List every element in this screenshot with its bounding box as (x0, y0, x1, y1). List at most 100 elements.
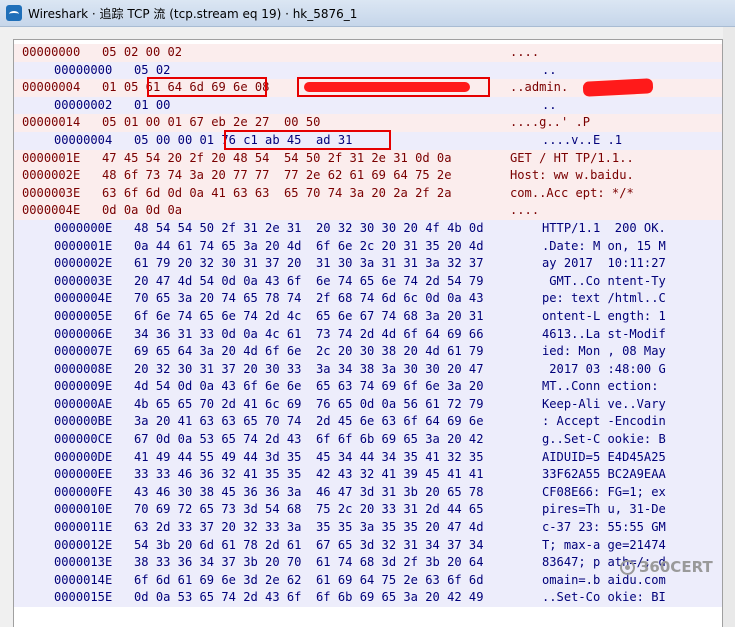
client-data-row: 0000003E 63 6f 6d 0d 0a 41 63 63 65 70 74… (14, 184, 722, 203)
row-ascii: ....g..' .P (510, 115, 591, 130)
redaction-mark-hex (304, 82, 470, 92)
row-offset: 00000004 (22, 80, 81, 95)
row-ascii: pe: text /html..C (542, 291, 666, 306)
row-offset: 0000004E (22, 203, 81, 218)
360-logo-icon (620, 559, 635, 575)
row-ascii: .... (510, 45, 540, 59)
row-hex-bytes: 67 0d 0a 53 65 74 2d 43 6f 6f 6b 69 65 3… (134, 432, 484, 447)
row-offset: 0000001E (54, 238, 113, 253)
row-ascii: c-37 23: 55:55 GM (542, 520, 666, 535)
server-data-row: 0000008E 20 32 30 31 37 20 30 33 3a 34 38… (14, 360, 722, 379)
row-ascii: : Accept -Encodin (542, 414, 666, 429)
row-offset: 0000003E (22, 185, 81, 200)
row-hex-bytes: 20 47 4d 54 0d 0a 43 6f 6e 74 65 6e 74 2… (134, 273, 484, 288)
row-hex-bytes: 0d 0a 0d 0a (102, 203, 183, 218)
server-data-row: 0000007E 69 65 64 3a 20 4d 6f 6e 2c 20 30… (14, 343, 722, 361)
row-ascii: AIDUID=5 E4D45A25 (542, 449, 666, 464)
row-offset: 00000014 (22, 115, 81, 130)
row-hex-bytes: 48 54 54 50 2f 31 2e 31 20 32 30 30 20 4… (134, 220, 484, 235)
row-ascii: ..admin. (510, 80, 569, 95)
row-offset: 0000015E (54, 590, 113, 605)
server-data-row: 0000003E 20 47 4d 54 0d 0a 43 6f 6e 74 65… (14, 272, 722, 291)
server-data-row: 0000012E 54 3b 20 6d 61 78 2d 61 67 65 3d… (14, 536, 722, 555)
row-hex-bytes: 0a 44 61 74 65 3a 20 4d 6f 6e 2c 20 31 3… (134, 238, 484, 253)
row-hex-bytes: 61 79 20 32 30 31 37 20 31 30 3a 31 31 3… (134, 256, 484, 271)
server-data-row: 0000011E 63 2d 33 37 20 32 33 3a 35 35 3a… (14, 519, 722, 537)
stream-content-pane[interactable]: 00000000 05 02 00 02.... 00000000 05 02.. 00… (13, 39, 723, 627)
row-ascii: ....v..E .1 (542, 132, 623, 147)
server-data-row: 0000000E 48 54 54 50 2f 31 2e 31 20 32 30… (14, 219, 722, 238)
row-ascii: MT..Conn ection: (542, 379, 666, 394)
row-ascii: .Date: M on, 15 M (542, 238, 666, 253)
server-data-row: 0000014E 6f 6d 61 69 6e 3d 2e 62 61 69 64… (14, 571, 722, 590)
row-hex-bytes: 3a 20 41 63 63 65 70 74 2d 45 6e 63 6f 6… (134, 414, 484, 429)
row-offset: 000000FE (54, 484, 113, 499)
row-hex-bytes: 33 33 46 36 32 41 35 35 42 43 32 41 39 4… (134, 467, 484, 482)
server-data-row: 000000FE 43 46 30 38 45 36 36 3a 46 47 3d… (14, 483, 722, 502)
row-hex-bytes: 34 36 31 33 0d 0a 4c 61 73 74 2d 4d 6f 6… (134, 326, 484, 341)
watermark-text: 360CERT (639, 558, 713, 576)
row-ascii: GMT..Co ntent-Ty (542, 273, 666, 288)
row-offset: 0000003E (54, 273, 113, 288)
row-hex-bytes: 0d 0a 53 65 74 2d 43 6f 6f 6b 69 65 3a 2… (134, 590, 484, 605)
hex-dump: 00000000 05 02 00 02.... 00000000 05 02.. 00… (14, 44, 722, 607)
server-data-row: 000000CE 67 0d 0a 53 65 74 2d 43 6f 6f 6b… (14, 431, 722, 449)
row-hex-bytes: 01 00 (134, 97, 171, 112)
row-offset: 0000005E (54, 308, 113, 323)
row-ascii: Keep-Ali ve..Vary (542, 396, 666, 411)
row-offset: 00000004 (54, 132, 113, 147)
row-ascii: HTTP/1.1 200 OK. (542, 220, 666, 235)
row-hex-bytes: 70 69 72 65 73 3d 54 68 75 2c 20 33 31 2… (134, 502, 484, 517)
row-offset: 00000000 (54, 62, 113, 77)
row-ascii: ied: Mon , 08 May (542, 344, 666, 359)
row-ascii: T; max-a ge=21474 (542, 537, 666, 552)
row-hex-bytes: 38 33 36 34 37 3b 20 70 61 74 68 3d 2f 3… (134, 555, 484, 570)
title-bar: Wireshark · 追踪 TCP 流 (tcp.stream eq 19) … (0, 0, 735, 27)
server-data-row: 0000002E 61 79 20 32 30 31 37 20 31 30 3a… (14, 255, 722, 273)
row-hex-bytes: 63 6f 6d 0d 0a 41 63 63 65 70 74 3a 20 2… (102, 185, 452, 200)
row-hex-bytes: 54 3b 20 6d 61 78 2d 61 67 65 3d 32 31 3… (134, 537, 484, 552)
row-ascii: Host: ww w.baidu. (510, 168, 634, 183)
row-offset: 0000014E (54, 572, 113, 587)
row-offset: 000000AE (54, 396, 113, 411)
row-offset: 000000CE (54, 432, 113, 447)
row-offset: 0000008E (54, 361, 113, 376)
row-ascii: .... (510, 203, 540, 218)
row-offset: 0000000E (54, 220, 113, 235)
server-data-row: 0000005E 6f 6e 74 65 6e 74 2d 4c 65 6e 67… (14, 307, 722, 326)
row-offset: 0000002E (54, 256, 113, 271)
row-ascii: pires=Th u, 31-De (542, 502, 666, 517)
row-offset: 0000006E (54, 326, 113, 341)
client-data-row: 0000002E 48 6f 73 74 3a 20 77 77 77 2e 62… (14, 167, 722, 185)
row-hex-bytes: 43 46 30 38 45 36 36 3a 46 47 3d 31 3b 2… (134, 484, 484, 499)
window-edge (723, 27, 735, 627)
row-offset: 00000000 (22, 45, 81, 59)
row-offset: 0000011E (54, 520, 113, 535)
row-ascii: ontent-L ength: 1 (542, 308, 666, 323)
row-hex-bytes: 4b 65 65 70 2d 41 6c 69 76 65 0d 0a 56 6… (134, 396, 484, 411)
row-ascii: GET / HT TP/1.1.. (510, 150, 634, 165)
row-hex-bytes: 63 2d 33 37 20 32 33 3a 35 35 3a 35 35 2… (134, 520, 484, 535)
server-data-row: 0000004E 70 65 3a 20 74 65 78 74 2f 68 74… (14, 290, 722, 308)
client-data-row: 0000001E 47 45 54 20 2f 20 48 54 54 50 2f… (14, 149, 722, 168)
row-ascii: g..Set-C ookie: B (542, 432, 666, 447)
server-data-row: 0000015E 0d 0a 53 65 74 2d 43 6f 6f 6b 69… (14, 589, 722, 607)
row-hex-bytes: 70 65 3a 20 74 65 78 74 2f 68 74 6d 6c 0… (134, 291, 484, 306)
row-ascii: 4613..La st-Modif (542, 326, 666, 341)
row-hex-bytes: 48 6f 73 74 3a 20 77 77 77 2e 62 61 69 6… (102, 168, 452, 183)
row-ascii: .. (542, 97, 557, 112)
row-ascii: ay 2017 10:11:27 (542, 256, 666, 271)
dialog-body: 00000000 05 02 00 02.... 00000000 05 02.. 00… (0, 27, 735, 627)
row-offset: 0000012E (54, 537, 113, 552)
server-data-row: 0000006E 34 36 31 33 0d 0a 4c 61 73 74 2d… (14, 325, 722, 344)
highlight-box-ip-hex (224, 130, 391, 150)
row-hex-bytes: 69 65 64 3a 20 4d 6f 6e 2c 20 30 38 20 4… (134, 344, 484, 359)
row-ascii: 33F62A55 BC2A9EAA (542, 467, 666, 482)
row-offset: 0000009E (54, 379, 113, 394)
server-data-row: 0000001E 0a 44 61 74 65 3a 20 4d 6f 6e 2c… (14, 237, 722, 256)
client-data-row: 00000000 05 02 00 02.... (14, 44, 722, 62)
watermark: 360CERT (620, 558, 713, 576)
row-offset: 0000010E (54, 502, 113, 517)
row-hex-bytes: 47 45 54 20 2f 20 48 54 54 50 2f 31 2e 3… (102, 150, 452, 165)
row-hex-bytes: 4d 54 0d 0a 43 6f 6e 6e 65 63 74 69 6f 6… (134, 379, 484, 394)
